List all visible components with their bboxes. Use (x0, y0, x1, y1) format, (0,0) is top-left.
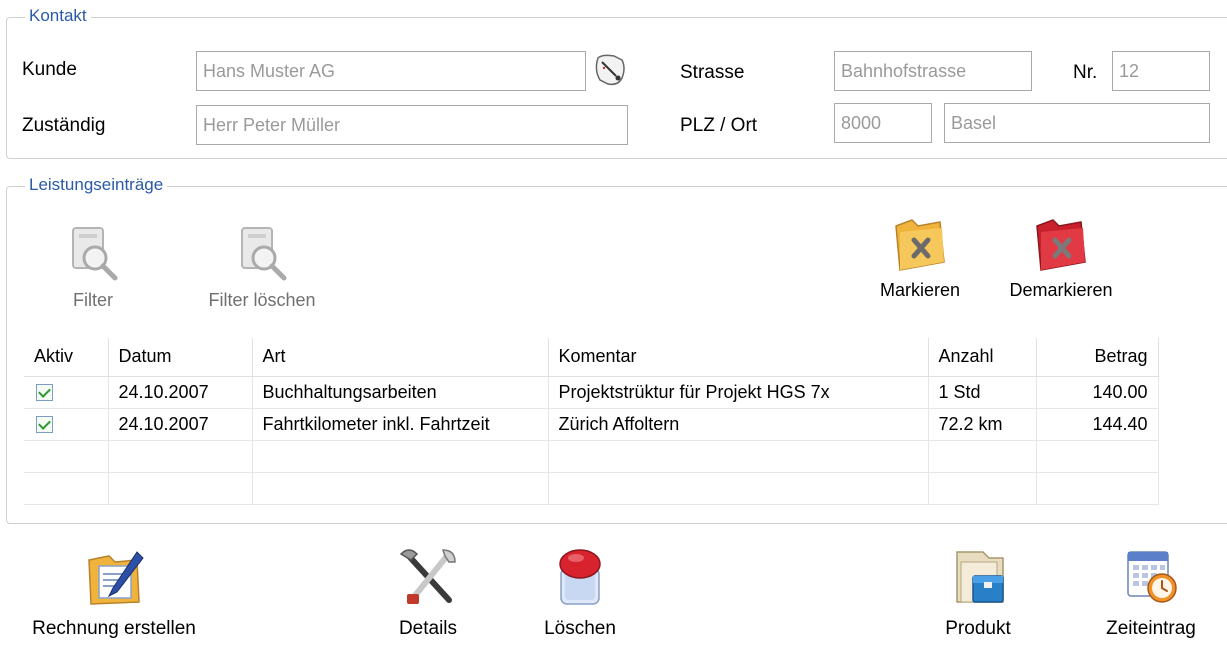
folder-unmark-icon (1036, 219, 1086, 271)
art-cell: Buchhaltungsarbeiten (252, 376, 549, 409)
demarkieren-label: Demarkieren (1009, 280, 1113, 300)
filter-label: Filter (73, 290, 113, 310)
filter-loeschen-button[interactable]: Filter löschen (192, 222, 332, 311)
kunde-field[interactable]: Hans Muster AG (196, 51, 586, 91)
aktiv-checkbox[interactable] (36, 384, 53, 402)
betrag-cell: 140.00 (1036, 376, 1159, 409)
leistung-legend: Leistungseinträge (25, 175, 168, 195)
filter-loeschen-label: Filter löschen (208, 290, 316, 310)
komentar-cell: Projektstrüktur für Projekt HGS 7x (548, 376, 929, 409)
anzahl-cell: 1 Std (928, 376, 1037, 409)
markieren-label: Markieren (879, 280, 961, 300)
col-aktiv[interactable]: Aktiv (24, 338, 109, 377)
anzahl-cell: 72.2 km (928, 408, 1037, 441)
zeiteintrag-button[interactable]: Zeiteintrag (1088, 546, 1214, 640)
folder-mark-icon (895, 219, 945, 271)
col-datum[interactable]: Datum (108, 338, 253, 377)
markieren-button[interactable]: Markieren (862, 212, 978, 301)
empty-row (24, 440, 1159, 473)
zustaendig-field[interactable]: Herr Peter Müller (196, 105, 628, 145)
komentar-cell: Zürich Affoltern (548, 408, 929, 441)
trash-icon (559, 549, 601, 605)
ort-field[interactable]: Basel (944, 103, 1210, 143)
tools-icon (399, 549, 456, 604)
produkt-label: Produkt (945, 618, 1011, 639)
produkt-button[interactable]: Produkt (930, 546, 1026, 640)
details-label: Details (398, 618, 458, 639)
kunde-label: Kunde (22, 59, 77, 80)
filter-button[interactable]: Filter (50, 222, 136, 311)
rechnung-erstellen-label: Rechnung erstellen (32, 618, 196, 639)
table-row[interactable]: 24.10.2007 Fahrtkilometer inkl. Fahrtzei… (24, 408, 1159, 441)
betrag-cell: 144.40 (1036, 408, 1159, 441)
nr-label: Nr. (1073, 62, 1098, 83)
kontakt-legend: Kontakt (25, 6, 91, 26)
plz-field[interactable]: 8000 (834, 103, 932, 143)
col-komentar[interactable]: Komentar (548, 338, 929, 377)
zeiteintrag-label: Zeiteintrag (1106, 618, 1196, 639)
contact-lookup-icon[interactable] (592, 52, 628, 88)
nr-field[interactable]: 12 (1112, 51, 1210, 91)
details-button[interactable]: Details (378, 546, 478, 640)
col-anzahl[interactable]: Anzahl (928, 338, 1037, 377)
strasse-field[interactable]: Bahnhofstrasse (834, 51, 1032, 91)
aktiv-checkbox[interactable] (36, 416, 53, 434)
datum-cell: 24.10.2007 (108, 376, 253, 409)
table-row[interactable]: 24.10.2007 Buchhaltungsarbeiten Projekts… (24, 376, 1159, 409)
loeschen-button[interactable]: Löschen (528, 546, 632, 640)
strasse-label: Strasse (680, 62, 745, 83)
art-cell: Fahrtkilometer inkl. Fahrtzeit (252, 408, 549, 441)
empty-row (24, 472, 1159, 505)
datum-cell: 24.10.2007 (108, 408, 253, 441)
rechnung-erstellen-button[interactable]: Rechnung erstellen (14, 546, 214, 640)
plz-ort-label: PLZ / Ort (680, 115, 758, 136)
col-art[interactable]: Art (252, 338, 549, 377)
zustaendig-label: Zuständig (22, 115, 106, 136)
demarkieren-button[interactable]: Demarkieren (998, 212, 1124, 301)
loeschen-label: Löschen (544, 618, 616, 639)
col-betrag[interactable]: Betrag (1036, 338, 1159, 377)
leistung-table: Aktiv Datum Art Komentar Anzahl Betrag 2… (24, 338, 1159, 505)
table-header-row: Aktiv Datum Art Komentar Anzahl Betrag (24, 338, 1159, 377)
filter-icon (72, 227, 118, 281)
product-box-icon (956, 551, 1004, 603)
filter-clear-icon (241, 227, 287, 281)
calendar-clock-icon (1127, 551, 1177, 603)
invoice-edit-icon (88, 551, 144, 605)
